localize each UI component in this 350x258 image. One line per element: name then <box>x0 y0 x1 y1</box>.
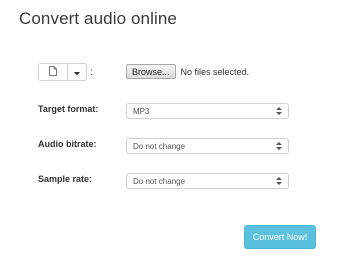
source-colon: : <box>90 66 93 78</box>
audio-bitrate-value: Do not change <box>133 141 186 151</box>
target-format-value: MP3 <box>133 106 150 116</box>
up-down-arrows-icon <box>276 141 282 151</box>
convert-now-button[interactable]: Convert Now! <box>244 225 316 249</box>
file-source-button[interactable] <box>38 63 68 81</box>
browse-button[interactable]: Browse... <box>126 64 176 79</box>
audio-bitrate-select[interactable]: Do not change <box>126 138 289 154</box>
sample-rate-select[interactable]: Do not change <box>126 173 289 189</box>
target-format-label: Target format: <box>38 104 99 114</box>
file-input: Browse... No files selected. <box>126 64 249 79</box>
source-picker: : <box>38 63 93 81</box>
up-down-arrows-icon <box>276 176 282 186</box>
caret-down-icon <box>74 63 80 81</box>
sample-rate-value: Do not change <box>133 176 186 186</box>
audio-bitrate-label: Audio bitrate: <box>38 139 97 149</box>
file-icon <box>49 63 57 81</box>
target-format-select[interactable]: MP3 <box>126 103 289 119</box>
file-status-text: No files selected. <box>180 66 250 77</box>
up-down-arrows-icon <box>276 106 282 116</box>
page-title: Convert audio online <box>19 9 177 28</box>
source-dropdown-button[interactable] <box>68 63 87 81</box>
sample-rate-label: Sample rate: <box>38 174 93 184</box>
